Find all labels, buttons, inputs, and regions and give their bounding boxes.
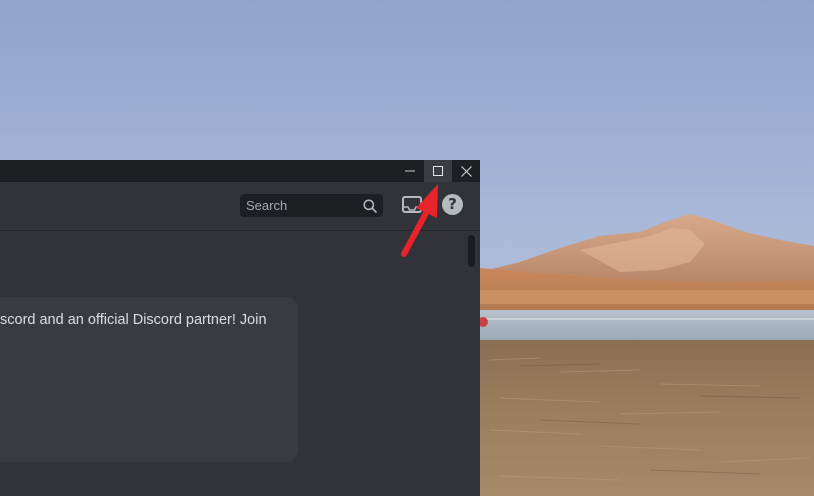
search-icon [363, 199, 377, 213]
minimize-button[interactable] [396, 160, 424, 182]
search-input[interactable]: Search [240, 194, 383, 217]
help-icon[interactable]: ? [442, 194, 463, 215]
close-icon [460, 165, 472, 177]
server-description-text: scord and an official Discord partner! J… [0, 312, 267, 328]
app-window: Search ? scord and an official Discord p… [0, 160, 480, 496]
main-content: scord and an official Discord partner! J… [0, 231, 480, 496]
scrollbar-thumb[interactable] [468, 235, 475, 267]
minimize-icon [405, 170, 415, 172]
title-bar [0, 160, 480, 182]
channel-toolbar: Search ? [0, 182, 480, 231]
close-button[interactable] [452, 160, 480, 182]
maximize-button[interactable] [424, 160, 452, 182]
inbox-icon[interactable] [402, 195, 422, 215]
server-description: scord and an official Discord partner! J… [0, 312, 298, 328]
maximize-icon [433, 166, 443, 176]
search-placeholder: Search [246, 198, 288, 213]
